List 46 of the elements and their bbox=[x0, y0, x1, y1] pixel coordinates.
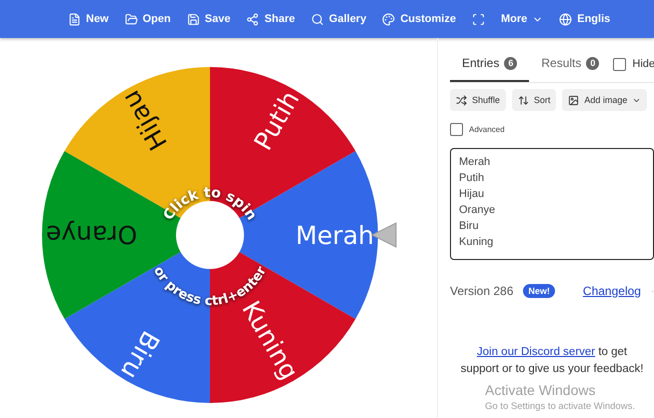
checkbox-label: Advanced bbox=[469, 125, 505, 134]
menu-button[interactable]: Open bbox=[116, 8, 179, 30]
tab[interactable]: Results 0 bbox=[529, 46, 612, 82]
checkbox[interactable] bbox=[450, 123, 463, 136]
tab[interactable]: Entries 6 bbox=[450, 46, 530, 82]
entry-line: Merah bbox=[459, 155, 492, 169]
entry-line: Biru bbox=[459, 219, 480, 233]
sort-icon bbox=[518, 94, 529, 106]
menu-button[interactable]: Save bbox=[178, 8, 238, 30]
count-badge: 0 bbox=[586, 56, 600, 70]
discord-link[interactable]: Join our Discord server bbox=[476, 346, 596, 358]
count-badge: 6 bbox=[504, 56, 518, 70]
tool-button[interactable]: Add image bbox=[562, 89, 648, 111]
version-text: Version 286 bbox=[450, 284, 514, 298]
fullscreen-icon bbox=[472, 12, 485, 26]
segment-label: Oranye bbox=[46, 220, 138, 249]
entry-line: Oranye bbox=[459, 203, 496, 217]
activation-text: Go to Settings to activate Windows. bbox=[485, 401, 635, 412]
discord-message: Join our Discord server to get support or to give us your feedback! bbox=[460, 345, 644, 377]
tool-button[interactable]: Sort bbox=[512, 89, 556, 111]
menu-button[interactable]: Englis bbox=[551, 8, 618, 30]
entry-line: Putih bbox=[459, 171, 486, 185]
image-icon bbox=[568, 94, 580, 106]
tool-button[interactable]: Shuffle bbox=[450, 89, 506, 111]
search-icon bbox=[311, 12, 324, 26]
menu-button[interactable]: Share bbox=[238, 8, 304, 30]
activation-title: Activate Windows bbox=[485, 382, 596, 398]
file-icon bbox=[68, 12, 81, 26]
menu-button[interactable]: Gallery bbox=[303, 8, 374, 30]
globe-icon bbox=[559, 12, 572, 26]
palette-icon bbox=[382, 12, 396, 26]
checkbox[interactable] bbox=[613, 58, 626, 70]
menu-button[interactable]: Customize bbox=[374, 8, 464, 30]
menu-button[interactable]: New bbox=[60, 8, 117, 30]
changelog-link[interactable]: Changelog bbox=[582, 284, 641, 298]
menu-button[interactable]: More bbox=[492, 9, 552, 29]
save-icon bbox=[186, 12, 200, 26]
entries-field[interactable]: Merah Putih Hijau Oranye Biru Kuning bbox=[450, 148, 654, 260]
share-icon bbox=[246, 12, 260, 26]
shuffle-icon bbox=[456, 94, 467, 106]
entry-line: Kuning bbox=[459, 235, 494, 249]
pointer-icon bbox=[370, 222, 396, 248]
segment-label: Merah bbox=[296, 221, 374, 250]
entry-line: Hijau bbox=[459, 187, 486, 201]
folder-icon bbox=[124, 12, 138, 26]
new-badge: New! bbox=[523, 284, 555, 298]
